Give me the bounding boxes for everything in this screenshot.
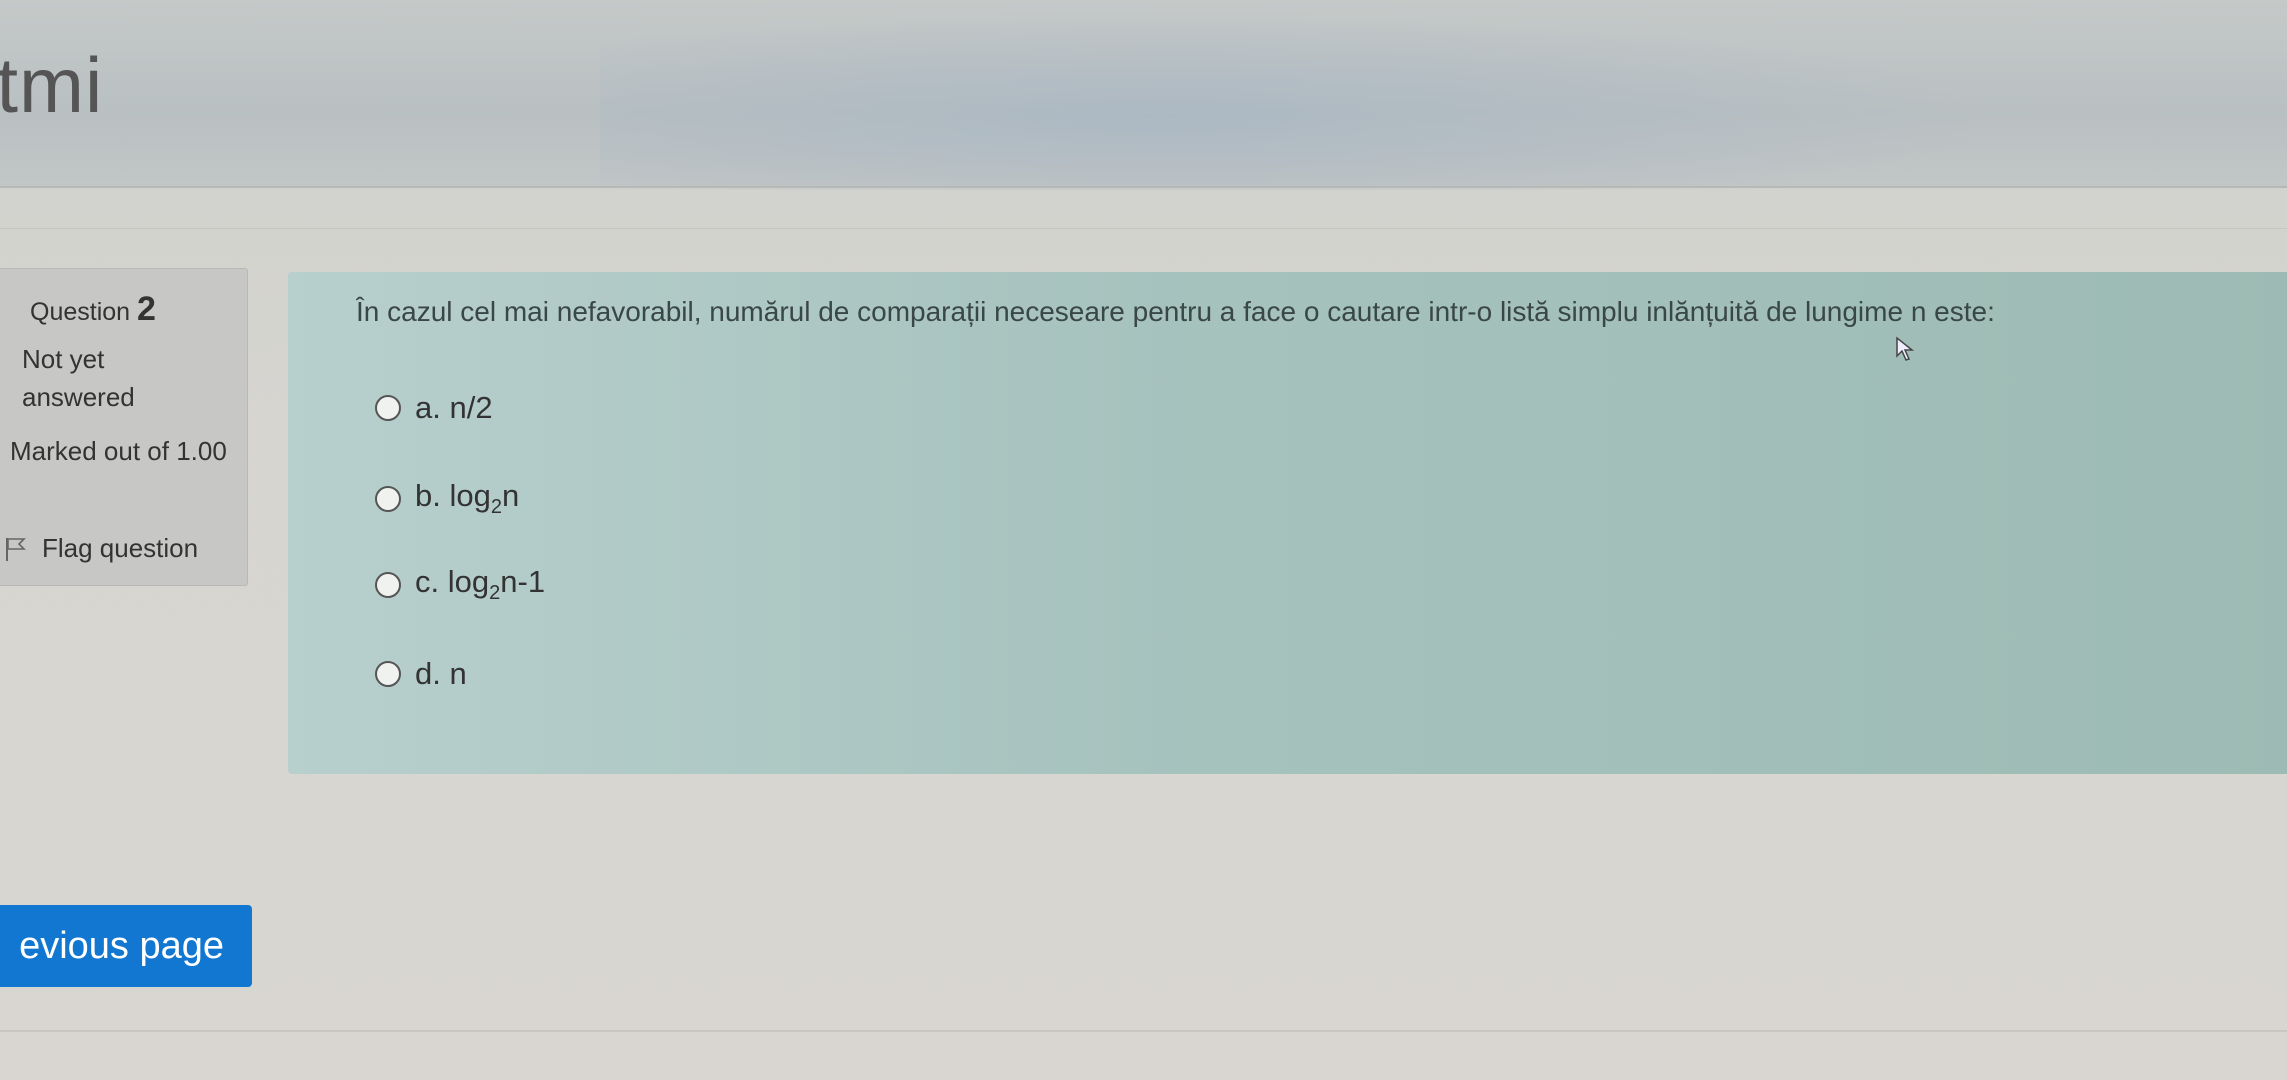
answer-option-d[interactable]: d. n <box>375 656 467 692</box>
question-label-text: Question <box>30 298 131 326</box>
flag-question-label: Flag question <box>42 533 199 563</box>
question-content-panel <box>288 272 2287 774</box>
footer-divider <box>0 1030 2287 1032</box>
answer-option-a[interactable]: a. n/2 <box>375 390 493 426</box>
question-text: În cazul cel mai nefavorabil, numărul de… <box>356 296 1995 327</box>
option-c-label: c. log2n-1 <box>415 564 546 605</box>
mouse-cursor-icon <box>1896 336 1915 361</box>
option-b-label: b. log2n <box>415 478 520 519</box>
radio-button-d[interactable] <box>375 661 401 687</box>
answer-option-b[interactable]: b. log2n <box>375 478 519 519</box>
answer-option-c[interactable]: c. log2n-1 <box>375 564 545 605</box>
page-title: itmi <box>0 41 104 129</box>
radio-button-b[interactable] <box>375 485 401 512</box>
header-divider <box>0 186 2287 188</box>
option-a-label: a. n/2 <box>415 390 493 425</box>
flag-question-link[interactable]: Flag question <box>4 533 198 564</box>
header-decoration <box>600 10 2000 190</box>
previous-page-button[interactable]: evious page <box>0 905 252 987</box>
question-number-label: Question 2 <box>30 290 156 329</box>
radio-button-c[interactable] <box>375 571 401 598</box>
option-d-label: d. n <box>415 656 467 691</box>
flag-icon <box>6 537 26 561</box>
question-number: 2 <box>137 290 156 328</box>
question-status: Not yet answered <box>22 344 135 412</box>
question-marks: Marked out of 1.00 <box>10 436 227 466</box>
radio-button-a[interactable] <box>375 395 401 421</box>
divider-line <box>0 228 2287 229</box>
